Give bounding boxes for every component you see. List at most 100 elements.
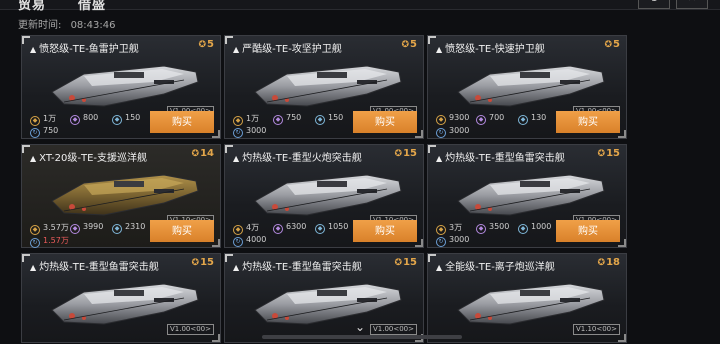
gold-coin-icon: ◆ bbox=[30, 116, 40, 126]
cost-gold: ◆ 1万 bbox=[233, 113, 259, 126]
teal-gem-icon: ◆ bbox=[518, 115, 528, 125]
ship-card[interactable]: ▲严酷级-TE-攻坚护卫舰 ✪5 V1.00<00> ◆1万 ◆750 ◆150… bbox=[224, 35, 424, 139]
cost-crystal-value: 6300 bbox=[286, 222, 307, 231]
ship-name: ▲ 灼热级-TE-重型鱼雷突击舰 bbox=[30, 258, 159, 273]
clock-icon: ↻ bbox=[436, 128, 446, 138]
tier-value: 14 bbox=[200, 148, 214, 159]
cost-crystal: ◆ 6300 bbox=[273, 222, 306, 234]
cost-gold: ◆ 3万 bbox=[436, 222, 462, 235]
teal-gem-icon: ◆ bbox=[112, 115, 122, 125]
cost-gem: ◆ 1050 bbox=[315, 222, 348, 234]
version-badge: V1.00<00> bbox=[166, 324, 214, 335]
ship-name: ▲ 灼热级-TE-重型鱼雷突击舰 bbox=[233, 258, 362, 273]
triangle-icon: ▲ bbox=[30, 263, 37, 272]
cost-gold: ◆ 9300 bbox=[436, 113, 469, 125]
gear-icon: ✪ bbox=[604, 40, 613, 50]
ship-name: ▲ 愤怒级-TE-鱼雷护卫舰 bbox=[30, 40, 139, 55]
cost-time: ↻ 3000 bbox=[436, 126, 469, 138]
clock-icon: ↻ bbox=[30, 128, 40, 138]
purple-crystal-icon: ◆ bbox=[476, 115, 486, 125]
cost-gold-value: 3.57万 bbox=[43, 223, 69, 232]
purple-crystal-icon: ◆ bbox=[70, 224, 80, 234]
cost-gem-value: 2310 bbox=[125, 222, 146, 231]
triangle-icon: ▲ bbox=[30, 45, 37, 54]
top-bar: 贸易 借盛 1 ✕ bbox=[0, 0, 720, 13]
ship-name: ▲ 严酷级-TE-攻坚护卫舰 bbox=[233, 40, 342, 55]
buy-button[interactable]: 购买 bbox=[353, 220, 417, 242]
buy-button[interactable]: 购买 bbox=[556, 220, 620, 242]
teal-gem-icon: ◆ bbox=[315, 224, 325, 234]
gear-icon: ✪ bbox=[401, 40, 410, 50]
teal-gem-icon: ◆ bbox=[315, 115, 325, 125]
cost-gold: ◆ 3.57万 bbox=[30, 222, 69, 235]
tab-borrow[interactable]: 借盛 bbox=[78, 0, 106, 13]
tier-badge: ✪15 bbox=[395, 257, 417, 268]
cost-time: ↻ 1.57万 bbox=[30, 235, 69, 248]
ship-card[interactable]: ▲愤怒级-TE-鱼雷护卫舰 ✪5 V1.00<00> ◆1万 ◆800 ◆150… bbox=[21, 35, 221, 139]
clock-icon: ↻ bbox=[30, 238, 40, 248]
buy-button[interactable]: 购买 bbox=[353, 111, 417, 133]
cost-gold-value: 1万 bbox=[43, 114, 57, 123]
cost-gold: ◆ 4万 bbox=[233, 222, 259, 235]
cost-time: ↻ 4000 bbox=[233, 235, 266, 247]
cost-gem-value: 1050 bbox=[328, 222, 349, 231]
tier-badge: ✪18 bbox=[598, 257, 620, 268]
ship-card[interactable]: ▲ 灼热级-TE-重型鱼雷突击舰 ✪15 V1.00<00> bbox=[21, 253, 221, 343]
gear-icon: ✪ bbox=[191, 149, 200, 159]
gold-coin-icon: ◆ bbox=[436, 225, 446, 235]
ship-card[interactable]: ▲灼热级-TE-重型火炮突击舰 ✪15 V1.10<00> ◆4万 ◆6300 … bbox=[224, 144, 424, 248]
tier-value: 15 bbox=[606, 148, 620, 159]
ship-card[interactable]: ▲XT-20级-TE-支援巡洋舰 ✪14 V1.10<00> ◆3.57万 ◆3… bbox=[21, 144, 221, 248]
tier-badge: ✪15 bbox=[598, 148, 620, 159]
cost-time-value: 4000 bbox=[246, 235, 267, 244]
gear-icon: ✪ bbox=[597, 149, 606, 159]
cost-gold-value: 4万 bbox=[246, 223, 260, 232]
scroll-down-icon[interactable]: ⌄ bbox=[355, 320, 365, 334]
gold-coin-icon: ◆ bbox=[30, 225, 40, 235]
ship-name: ▲ 灼热级-TE-重型火炮突击舰 bbox=[233, 149, 362, 164]
cost-time-value: 3000 bbox=[246, 126, 267, 135]
clock-icon: ↻ bbox=[436, 237, 446, 247]
ship-card[interactable]: ▲愤怒级-TE-快速护卫舰 ✪5 V1.00<00> ◆9300 ◆700 ◆1… bbox=[427, 35, 627, 139]
cost-gem-value: 150 bbox=[328, 113, 344, 122]
cost-time: ↻ 750 bbox=[30, 126, 58, 138]
gear-icon: ✪ bbox=[198, 40, 207, 50]
teal-gem-icon: ◆ bbox=[112, 224, 122, 234]
tab-trade[interactable]: 贸易 bbox=[18, 0, 46, 13]
buy-button[interactable]: 购买 bbox=[150, 220, 214, 242]
cost-gem-value: 150 bbox=[125, 113, 141, 122]
cost-time-value: 3000 bbox=[449, 126, 470, 135]
cost-time-value: 1.57万 bbox=[43, 236, 69, 245]
tier-value: 15 bbox=[200, 257, 214, 268]
cost-gem: ◆ 1000 bbox=[518, 222, 551, 234]
purple-crystal-icon: ◆ bbox=[273, 115, 283, 125]
clock-icon: ↻ bbox=[233, 128, 243, 138]
ship-name: ▲ 灼热级-TE-重型鱼雷突击舰 bbox=[436, 149, 565, 164]
ship-card[interactable]: ▲ 灼热级-TE-重型鱼雷突击舰 ✪15 V1.00<00> bbox=[224, 253, 424, 343]
gold-coin-icon: ◆ bbox=[233, 225, 243, 235]
scroll-handle[interactable] bbox=[262, 335, 462, 339]
cost-crystal: ◆ 800 bbox=[70, 113, 98, 125]
cost-crystal-value: 3500 bbox=[489, 222, 510, 231]
tier-value: 5 bbox=[410, 39, 417, 50]
buy-button[interactable]: 购买 bbox=[556, 111, 620, 133]
cost-crystal-value: 750 bbox=[286, 113, 302, 122]
gold-coin-icon: ◆ bbox=[233, 116, 243, 126]
cost-crystal: ◆ 3990 bbox=[70, 222, 103, 234]
gear-icon: ✪ bbox=[394, 258, 403, 268]
tier-badge: ✪15 bbox=[192, 257, 214, 268]
counter-button[interactable]: 1 bbox=[638, 0, 670, 9]
close-button[interactable]: ✕ bbox=[676, 0, 708, 9]
cost-crystal-value: 3990 bbox=[83, 222, 104, 231]
ship-card[interactable]: ▲灼热级-TE-重型鱼雷突击舰 ✪15 V1.00<00> ◆3万 ◆3500 … bbox=[427, 144, 627, 248]
cost-time: ↻ 3000 bbox=[436, 235, 469, 247]
gear-icon: ✪ bbox=[597, 258, 606, 268]
version-badge: V1.10<00> bbox=[572, 324, 620, 335]
tier-badge: ✪5 bbox=[198, 39, 214, 50]
clock-icon: ↻ bbox=[233, 237, 243, 247]
ship-name: ▲ 全能级-TE-离子炮巡洋舰 bbox=[436, 258, 555, 273]
ship-card[interactable]: ▲ 全能级-TE-离子炮巡洋舰 ✪18 V1.10<00> bbox=[427, 253, 627, 343]
purple-crystal-icon: ◆ bbox=[476, 224, 486, 234]
cost-gem-value: 130 bbox=[531, 113, 547, 122]
buy-button[interactable]: 购买 bbox=[150, 111, 214, 133]
